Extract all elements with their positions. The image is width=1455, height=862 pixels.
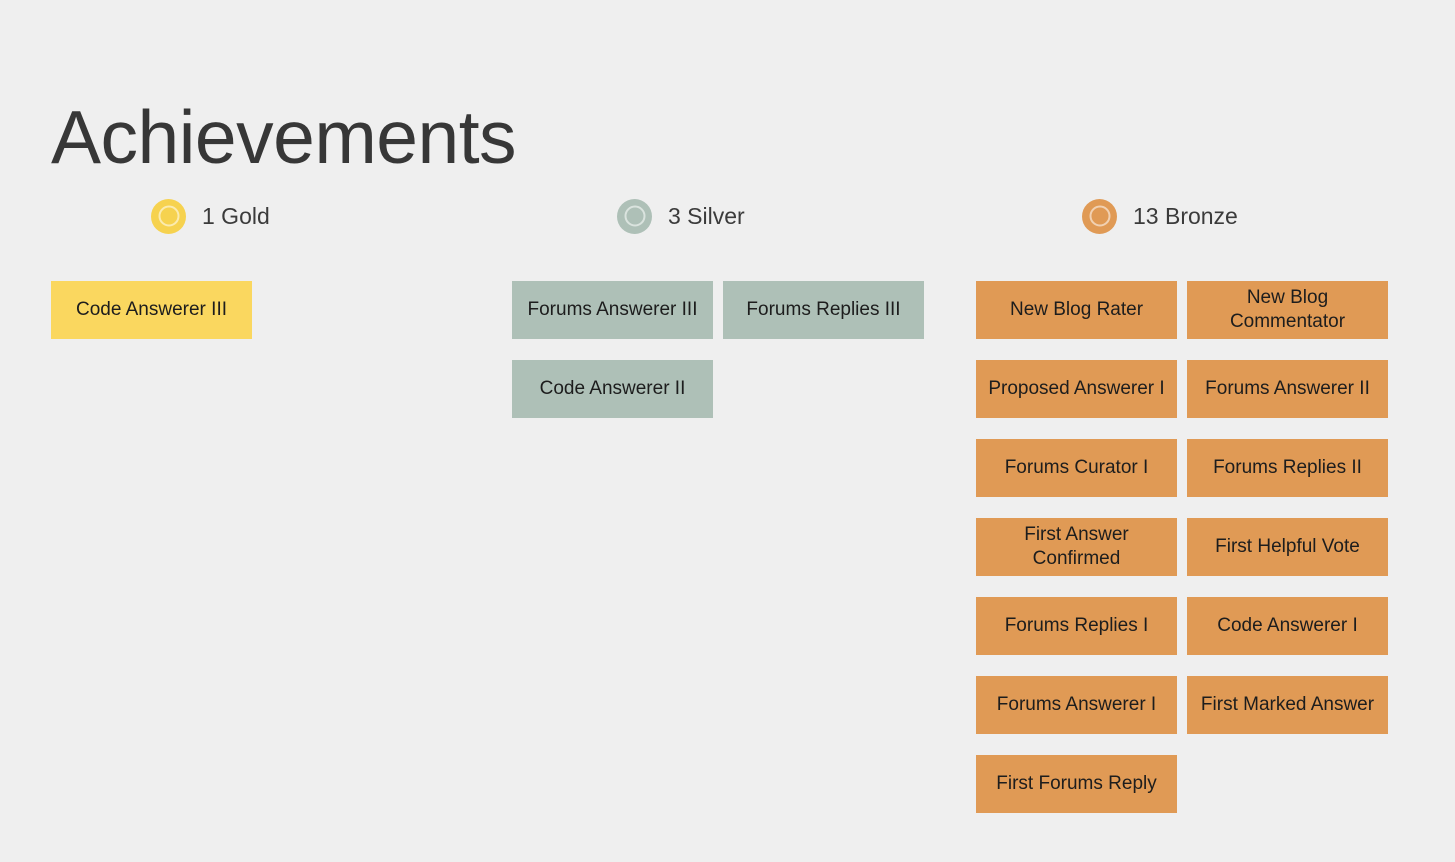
badge-tile[interactable]: New Blog Rater <box>976 281 1177 339</box>
achievement-column-gold: 1 Gold Code Answerer III <box>51 196 491 339</box>
bronze-count-label: 13 Bronze <box>1133 202 1238 229</box>
gold-count-label: 1 Gold <box>202 202 270 229</box>
bronze-summary-header: 13 Bronze <box>1082 196 1388 236</box>
achievement-column-silver: 3 Silver Forums Answerer III Forums Repli… <box>512 196 952 418</box>
silver-badge-list: Forums Answerer III Forums Replies III Cod… <box>512 281 952 418</box>
page-title: Achievements <box>51 95 517 180</box>
bronze-medal-icon <box>1082 198 1117 234</box>
badge-tile[interactable]: Proposed Answerer I <box>976 360 1177 418</box>
badge-tile[interactable]: Forums Answerer I <box>976 676 1177 734</box>
badge-tile[interactable]: Code Answerer I <box>1187 597 1388 655</box>
badge-tile[interactable]: Forums Replies I <box>976 597 1177 655</box>
badge-tile[interactable]: New Blog Commentator <box>1187 281 1388 339</box>
badge-tile[interactable]: Forums Replies III <box>723 281 924 339</box>
silver-summary-header: 3 Silver <box>617 196 952 236</box>
badge-tile[interactable]: Forums Curator I <box>976 439 1177 497</box>
badge-tile[interactable]: Forums Answerer III <box>512 281 713 339</box>
badge-tile[interactable]: Forums Replies II <box>1187 439 1388 497</box>
badge-tile[interactable]: First Marked Answer <box>1187 676 1388 734</box>
badge-tile[interactable]: Forums Answerer II <box>1187 360 1388 418</box>
achievement-column-bronze: 13 Bronze New Blog Rater New Blog Comment… <box>976 196 1388 813</box>
gold-summary-header: 1 Gold <box>151 196 491 236</box>
silver-count-label: 3 Silver <box>668 202 745 229</box>
badge-tile[interactable]: Code Answerer III <box>51 281 252 339</box>
gold-medal-icon <box>151 198 186 234</box>
gold-badge-list: Code Answerer III <box>51 281 491 339</box>
badge-tile[interactable]: First Answer Confirmed <box>976 518 1177 576</box>
badge-tile[interactable]: First Forums Reply <box>976 755 1177 813</box>
silver-medal-icon <box>617 198 652 234</box>
badge-tile[interactable]: Code Answerer II <box>512 360 713 418</box>
achievements-page: Achievements 1 Gold Code Answerer III 3 … <box>0 0 1455 862</box>
badge-tile[interactable]: First Helpful Vote <box>1187 518 1388 576</box>
bronze-badge-list: New Blog Rater New Blog Commentator Propos… <box>976 281 1388 813</box>
